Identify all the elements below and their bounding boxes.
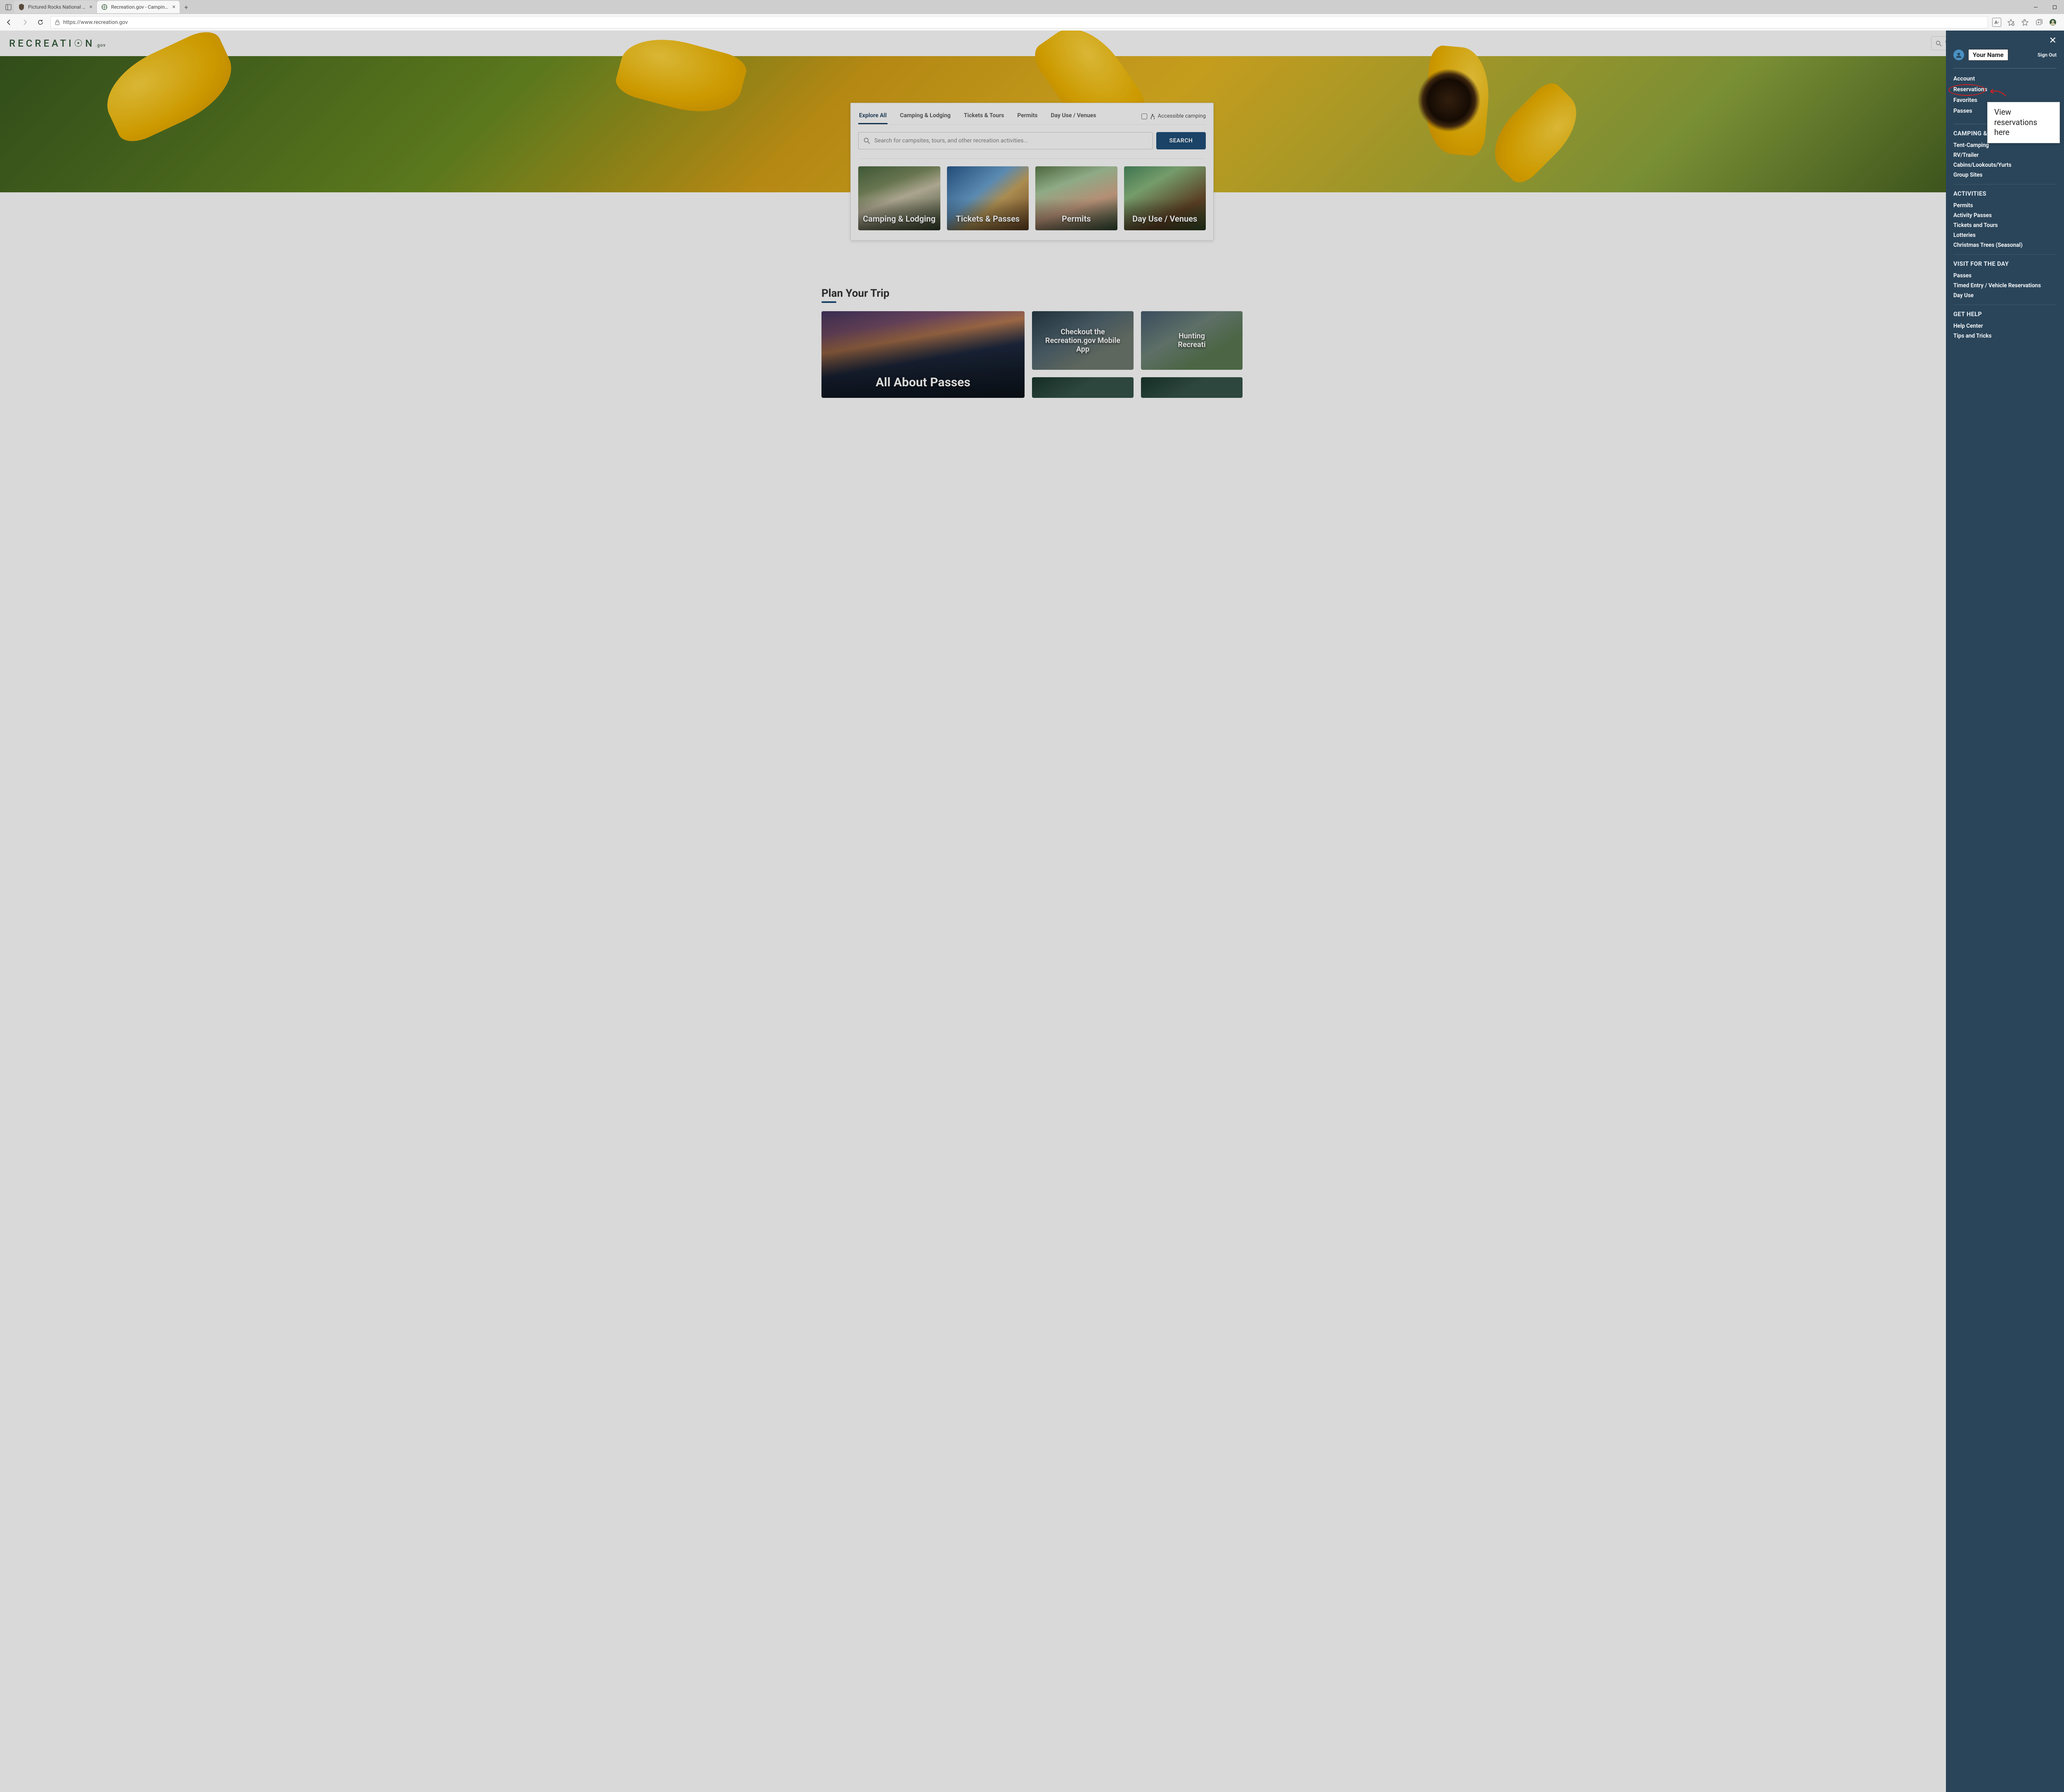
- recreation-favicon-icon: [101, 4, 108, 10]
- browser-tab-0[interactable]: Pictured Rocks National Lakesho ×: [14, 1, 97, 13]
- link-christmas-trees[interactable]: Christmas Trees (Seasonal): [1953, 240, 2057, 250]
- link-timed-entry[interactable]: Timed Entry / Vehicle Reservations: [1953, 281, 2057, 291]
- back-button[interactable]: [3, 17, 15, 28]
- tab-title: Pictured Rocks National Lakesho: [28, 4, 86, 10]
- plan-card-secondary-2[interactable]: [1141, 377, 1243, 398]
- search-icon: [864, 137, 870, 144]
- site-header: RECREATI☉N.gov What are you looking for?: [0, 31, 2064, 56]
- link-lotteries[interactable]: Lotteries: [1953, 230, 2057, 240]
- link-group-sites[interactable]: Group Sites: [1953, 170, 2057, 180]
- heading-underline: [821, 301, 836, 303]
- new-tab-button[interactable]: +: [180, 1, 192, 13]
- link-permits[interactable]: Permits: [1953, 201, 2057, 210]
- section-activities: ACTIVITIES Permits Activity Passes Ticke…: [1953, 184, 2057, 255]
- lock-icon: [55, 19, 60, 25]
- category-card-permits[interactable]: Permits: [1035, 166, 1117, 230]
- category-card-tickets-passes[interactable]: Tickets & Passes: [947, 166, 1029, 230]
- annotation-callout: View reservations here: [1987, 102, 2060, 143]
- category-cards: Camping & Lodging Tickets & Passes Permi…: [858, 166, 1206, 230]
- svg-text:+: +: [2012, 24, 2014, 26]
- url-text: https://www.recreation.gov: [63, 19, 128, 26]
- close-icon[interactable]: ×: [90, 4, 92, 10]
- section-heading: GET HELP: [1953, 311, 2057, 318]
- tab-title: Recreation.gov - Camping, Cabin: [111, 4, 169, 10]
- link-cabins-lookouts-yurts[interactable]: Cabins/Lookouts/Yurts: [1953, 160, 2057, 170]
- search-card: Explore All Camping & Lodging Tickets & …: [850, 103, 1214, 241]
- minimize-button[interactable]: [2026, 0, 2045, 14]
- avatar-icon: [1953, 50, 1964, 60]
- reload-button[interactable]: [35, 17, 46, 28]
- plan-card-mobile-app[interactable]: Checkout the Recreation.gov Mobile App: [1032, 311, 1134, 370]
- accessibility-icon: [1150, 113, 1155, 119]
- page-content: RECREATI☉N.gov What are you looking for?…: [0, 31, 2064, 1792]
- link-rv-trailer[interactable]: RV/Trailer: [1953, 150, 2057, 160]
- accessible-camping-checkbox[interactable]: Accessible camping: [1141, 113, 1206, 119]
- search-button[interactable]: SEARCH: [1156, 132, 1206, 149]
- url-input[interactable]: https://www.recreation.gov: [50, 16, 1988, 28]
- account-side-panel: ✕ Your Name Sign Out Account Reservation…: [1946, 31, 2064, 1792]
- section-heading: VISIT FOR THE DAY: [1953, 260, 2057, 267]
- plan-card-secondary[interactable]: [1032, 377, 1134, 398]
- profile-icon[interactable]: [2048, 18, 2057, 27]
- nps-favicon-icon: [18, 4, 25, 10]
- link-tickets-tours[interactable]: Tickets and Tours: [1953, 220, 2057, 230]
- link-account[interactable]: Account: [1953, 73, 2057, 84]
- category-card-dayuse-venues[interactable]: Day Use / Venues: [1124, 166, 1206, 230]
- tab-strip: Pictured Rocks National Lakesho × Recrea…: [0, 0, 2064, 14]
- tab-explore-all[interactable]: Explore All: [858, 108, 888, 124]
- maximize-button[interactable]: [2045, 0, 2064, 14]
- accessible-checkbox-input[interactable]: [1141, 113, 1147, 119]
- section-heading: ACTIVITIES: [1953, 190, 2057, 197]
- category-card-camping-lodging[interactable]: Camping & Lodging: [858, 166, 940, 230]
- search-placeholder: Search for campsites, tours, and other r…: [874, 137, 1028, 144]
- link-help-center[interactable]: Help Center: [1953, 321, 2057, 331]
- forward-button: [19, 17, 31, 28]
- close-icon[interactable]: ×: [173, 4, 175, 10]
- search-tabs: Explore All Camping & Lodging Tickets & …: [858, 108, 1206, 125]
- plan-card-all-about-passes[interactable]: All About Passes: [821, 311, 1025, 398]
- browser-chrome: Pictured Rocks National Lakesho × Recrea…: [0, 0, 2064, 31]
- plan-your-trip-section: Plan Your Trip All About Passes Checkout…: [817, 287, 1247, 398]
- address-bar: https://www.recreation.gov A» +: [0, 14, 2064, 31]
- favorites-star-icon[interactable]: +: [2006, 18, 2015, 27]
- tab-camping-lodging[interactable]: Camping & Lodging: [899, 108, 952, 124]
- section-visit-for-day: VISIT FOR THE DAY Passes Timed Entry / V…: [1953, 255, 2057, 305]
- browser-tab-1[interactable]: Recreation.gov - Camping, Cabin ×: [97, 1, 180, 13]
- tab-permits[interactable]: Permits: [1016, 108, 1038, 124]
- search-icon: [1936, 40, 1942, 47]
- close-panel-button[interactable]: ✕: [1953, 35, 2057, 46]
- collections-icon[interactable]: [2034, 18, 2043, 27]
- tab-actions-icon[interactable]: [2, 1, 14, 13]
- link-day-use[interactable]: Day Use: [1953, 291, 2057, 300]
- link-activity-passes[interactable]: Activity Passes: [1953, 210, 2057, 220]
- link-tips-tricks[interactable]: Tips and Tricks: [1953, 331, 2057, 341]
- section-get-help: GET HELP Help Center Tips and Tricks: [1953, 305, 2057, 345]
- favorites-icon[interactable]: [2020, 18, 2029, 27]
- site-logo[interactable]: RECREATI☉N.gov: [9, 38, 106, 49]
- read-aloud-icon[interactable]: A»: [1992, 18, 2001, 27]
- close-icon: ✕: [2049, 35, 2057, 46]
- plan-card-hunting[interactable]: HuntingRecreati: [1141, 311, 1243, 370]
- user-name-box: Your Name: [1968, 49, 2008, 61]
- tab-tickets-tours[interactable]: Tickets & Tours: [963, 108, 1005, 124]
- window-controls: [2026, 0, 2064, 14]
- link-reservations[interactable]: Reservations: [1953, 84, 2057, 95]
- toolbar-right: A» +: [1992, 18, 2061, 27]
- link-passes-day[interactable]: Passes: [1953, 271, 2057, 281]
- user-row: Your Name Sign Out: [1953, 46, 2057, 69]
- tab-dayuse-venues[interactable]: Day Use / Venues: [1050, 108, 1097, 124]
- main-search-input[interactable]: Search for campsites, tours, and other r…: [858, 132, 1153, 149]
- plan-heading: Plan Your Trip: [821, 287, 1243, 300]
- sign-out-link[interactable]: Sign Out: [2038, 52, 2057, 58]
